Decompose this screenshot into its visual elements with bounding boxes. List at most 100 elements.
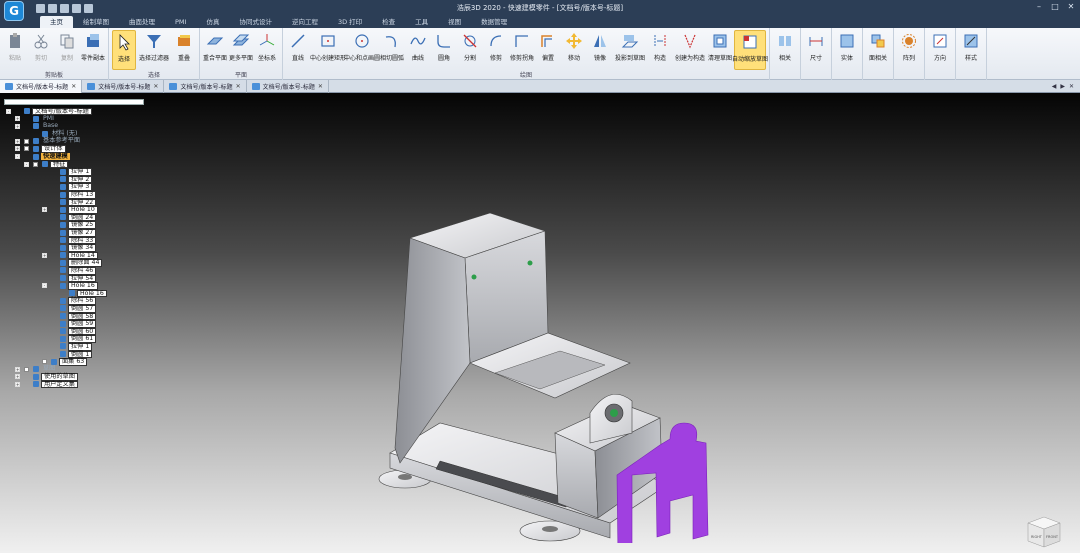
close-tab-icon[interactable]: ✕ [318, 83, 323, 90]
doc-tab-right-icon[interactable]: ▶ [1060, 83, 1065, 90]
expand-toggle-icon[interactable]: - [6, 108, 11, 114]
tree-item[interactable]: 倒圆 60 [4, 327, 144, 336]
expand-toggle-icon[interactable]: + [15, 374, 20, 380]
tree-item[interactable]: 删除面 44 [4, 259, 144, 267]
tree-item[interactable]: 倒圆 58 [4, 312, 144, 321]
ribbon-button-clean-sketch[interactable]: 清理草图 [708, 30, 732, 70]
tree-item[interactable]: 拉伸 3 [4, 183, 144, 192]
open-icon[interactable] [72, 3, 81, 13]
ribbon-button-dimension[interactable]: 尺寸 [804, 30, 828, 70]
tree-item[interactable]: 倒圆 61 [4, 335, 144, 343]
expand-toggle-icon[interactable]: + [42, 207, 47, 213]
view-cube[interactable]: RIGHT FRONT [1024, 513, 1064, 549]
visibility-checkbox[interactable] [24, 146, 29, 152]
ribbon-button-tangent-arc[interactable]: 相切圆弧 [380, 30, 404, 70]
ribbon-tab[interactable]: 曲面处理 [119, 16, 165, 28]
ribbon-tab[interactable]: 3D 打印 [328, 16, 372, 28]
document-tab[interactable]: 文档号/版本号-标题 ✕ [82, 80, 165, 93]
ribbon-tab[interactable]: 逆向工程 [282, 16, 328, 28]
expand-toggle-icon[interactable]: + [15, 381, 20, 387]
ribbon-button-cut[interactable]: 剪切 [29, 30, 53, 70]
ribbon-button-coincident-plane[interactable]: 重合平面 [203, 30, 227, 70]
ribbon-button-create-construction[interactable]: 创建为构造 [674, 30, 706, 70]
redo-icon[interactable] [60, 3, 69, 13]
tree-item[interactable]: - 特征 [4, 160, 144, 169]
doc-tab-close-icon[interactable]: ✕ [1069, 83, 1074, 90]
tree-item[interactable]: + Base [4, 122, 144, 130]
tree-item[interactable]: 倒圆 24 [4, 213, 144, 222]
ribbon-tab[interactable]: 数据管理 [471, 16, 517, 28]
ribbon-button-filter[interactable]: 选择过滤器 [138, 30, 170, 70]
expand-toggle-icon[interactable]: - [24, 161, 29, 167]
vise-model[interactable] [370, 213, 750, 543]
ribbon-button-overlap[interactable]: 重叠 [172, 30, 196, 70]
ribbon-button-relate[interactable]: 相关 [773, 30, 797, 70]
tree-item[interactable]: + 设计体 [4, 145, 144, 154]
visibility-checkbox[interactable] [42, 359, 47, 365]
graphics-viewport[interactable]: - 文档号/版本号-标题 + PMI + Base 材料 (无) + 基本参考平面 + 设计体 - 快速… [0, 93, 1080, 553]
tree-item[interactable]: - 文档号/版本号-标题 [4, 107, 144, 116]
ribbon-tab[interactable]: 主页 [40, 16, 73, 28]
close-tab-icon[interactable]: ✕ [153, 83, 158, 90]
tree-item[interactable]: 拉伸 54 [4, 274, 144, 283]
tree-item[interactable]: 倒圆 59 [4, 320, 144, 328]
expand-toggle-icon[interactable]: + [15, 146, 20, 152]
ribbon-button-curve[interactable]: 曲线 [406, 30, 430, 70]
expand-toggle-icon[interactable]: + [15, 366, 20, 372]
ribbon-button-solid[interactable]: 实体 [835, 30, 859, 70]
tree-item[interactable]: 拉伸 1 [4, 168, 144, 176]
document-tab[interactable]: 文档号/版本号-标题 ✕ [0, 80, 83, 93]
undo-icon[interactable] [48, 3, 57, 13]
ribbon-tab[interactable]: 检查 [372, 16, 405, 28]
ribbon-button-trim-corner[interactable]: 修剪拐角 [510, 30, 534, 70]
ribbon-button-paste[interactable]: 粘贴 [3, 30, 27, 70]
save-icon[interactable] [36, 3, 45, 13]
doc-tab-left-icon[interactable]: ◀ [1052, 83, 1057, 90]
tree-item[interactable]: - Hole 16 [4, 282, 144, 290]
tree-item[interactable]: 除料 33 [4, 236, 144, 245]
ribbon-button-offset[interactable]: 偏置 [536, 30, 560, 70]
tree-item[interactable]: + Hole 10 [4, 206, 144, 214]
tree-search-input[interactable] [4, 99, 144, 105]
tree-item[interactable]: 拉伸 22 [4, 198, 144, 207]
tree-item[interactable]: 镜像 25 [4, 221, 144, 229]
ribbon-button-project-to-sketch[interactable]: 投影到草图 [614, 30, 646, 70]
ribbon-tab[interactable]: 协同式设计 [229, 16, 282, 28]
tree-item[interactable]: 倒圆 57 [4, 304, 144, 313]
ribbon-button-more-planes[interactable]: 更多平面 [229, 30, 253, 70]
ribbon-button-coordinate-system[interactable]: 坐标系 [255, 30, 279, 70]
app-logo-icon[interactable]: G [4, 1, 24, 21]
tree-item[interactable]: 除料 46 [4, 266, 144, 275]
tree-item[interactable]: Hole 16 [4, 289, 144, 298]
close-tab-icon[interactable]: ✕ [71, 83, 76, 90]
ribbon-tab[interactable]: 绘制草图 [73, 16, 119, 28]
tree-item[interactable]: + 基本参考平面 [4, 137, 144, 145]
ribbon-button-center-rectangle[interactable]: 中心创建矩形 [310, 30, 346, 70]
ribbon-button-face-relate[interactable]: 面相关 [866, 30, 890, 70]
ribbon-button-copy[interactable]: 复制 [55, 30, 79, 70]
ribbon-button-center-circle[interactable]: 中心和点画圆 [344, 30, 380, 70]
tree-item[interactable]: 面集 63 [4, 358, 144, 366]
ribbon-button-orientation[interactable]: 方向 [928, 30, 952, 70]
maximize-icon[interactable]: □ [1050, 2, 1060, 12]
ribbon-tab[interactable]: 视图 [438, 16, 471, 28]
ribbon-button-line[interactable]: 直线 [286, 30, 310, 70]
expand-toggle-icon[interactable]: - [15, 154, 20, 160]
tree-item[interactable]: 拉伸 2 [4, 175, 144, 184]
tree-item[interactable]: 除料 13 [4, 191, 144, 199]
ribbon-button-construct[interactable]: 构造 [648, 30, 672, 70]
tree-item[interactable]: + PMI [4, 115, 144, 123]
ribbon-button-style[interactable]: 样式 [959, 30, 983, 70]
close-tab-icon[interactable]: ✕ [236, 83, 241, 90]
ribbon-button-move[interactable]: 移动 [562, 30, 586, 70]
tree-item[interactable]: + 用户定义集 [4, 380, 144, 389]
ribbon-button-select-arrow[interactable]: 选择 [112, 30, 136, 70]
tree-item[interactable]: 除料 56 [4, 297, 144, 305]
minimize-icon[interactable]: – [1034, 2, 1044, 12]
print-icon[interactable] [84, 3, 93, 13]
close-icon[interactable]: ✕ [1066, 2, 1076, 12]
expand-toggle-icon[interactable]: + [15, 138, 20, 144]
tree-item[interactable]: + 草图 [4, 365, 144, 373]
tree-item[interactable]: - 快速建模 [4, 152, 144, 161]
tree-item[interactable]: + Hole 14 [4, 251, 144, 260]
